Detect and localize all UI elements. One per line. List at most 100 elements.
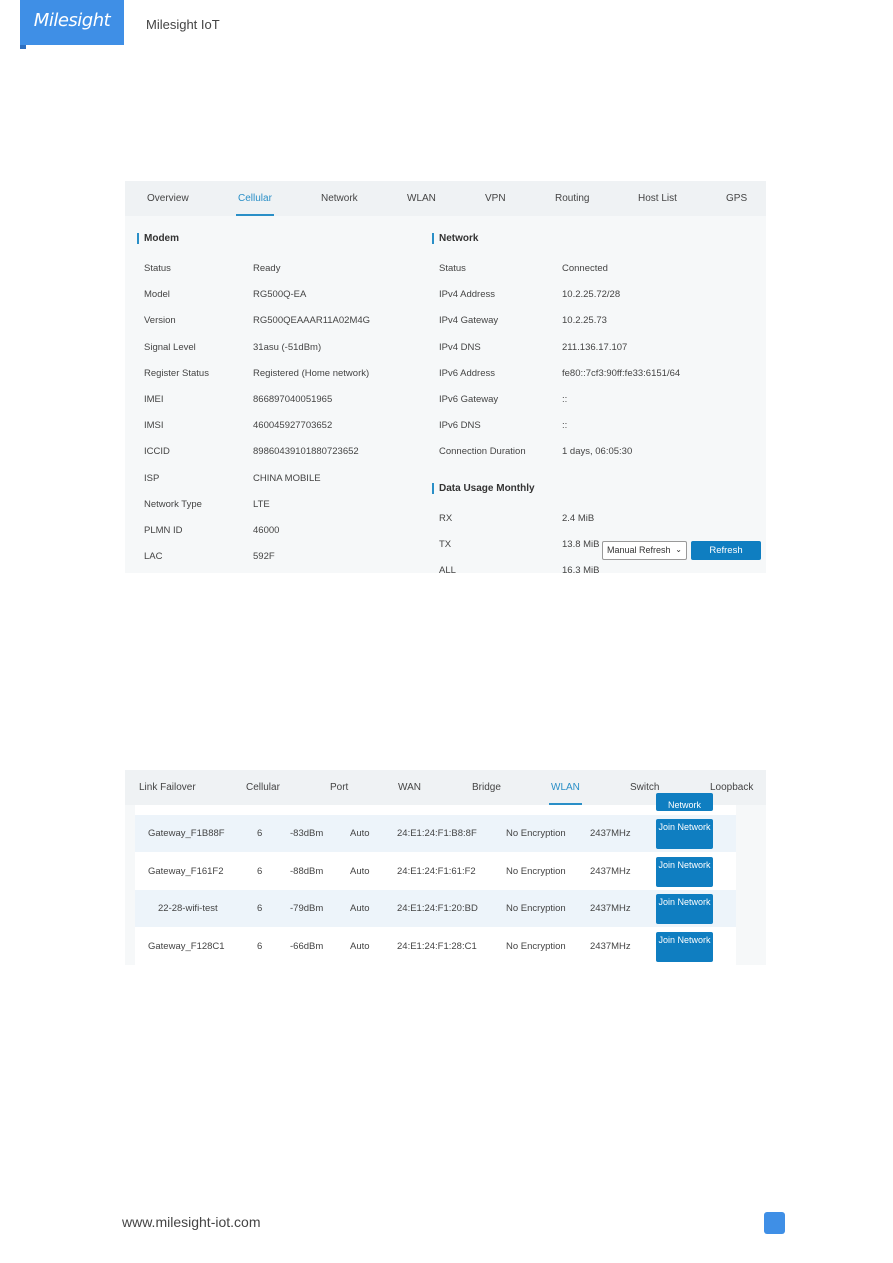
ssid-cell: Gateway_F161F2 bbox=[148, 865, 224, 877]
field-label: Status bbox=[439, 263, 466, 274]
field-value: Registered (Home network) bbox=[253, 367, 370, 379]
join-network-button[interactable]: Join Network bbox=[656, 819, 713, 849]
tab-link-failover[interactable]: Link Failover bbox=[139, 782, 196, 793]
field-value: 211.136.17.107 bbox=[562, 341, 628, 353]
refresh-button[interactable]: Refresh bbox=[691, 541, 761, 560]
field-value: 460045927703652 bbox=[253, 420, 333, 432]
field-value: 89860439101880723652 bbox=[253, 446, 359, 458]
ssid-cell: 22-28-wifi-test bbox=[158, 903, 218, 914]
join-network-button[interactable]: Join Network bbox=[656, 931, 713, 962]
frequency-cell: 2437MHz bbox=[590, 865, 631, 877]
mode-cell: Auto bbox=[350, 903, 370, 914]
modem-section-title: Modem bbox=[137, 233, 179, 244]
field-value: CHINA MOBILE bbox=[253, 472, 321, 484]
page-marker bbox=[764, 1212, 785, 1234]
ssid-cell: Gateway_F1B88F bbox=[148, 828, 225, 839]
field-label: RX bbox=[439, 513, 453, 524]
frequency-cell: 2437MHz bbox=[590, 903, 631, 914]
join-network-button[interactable]: Join Network bbox=[656, 856, 713, 887]
field-value: 866897040051965 bbox=[253, 394, 333, 405]
mode-cell: Auto bbox=[350, 865, 370, 877]
field-label: ICCID bbox=[144, 446, 170, 458]
field-label: IPv4 Gateway bbox=[439, 315, 499, 327]
tab-port[interactable]: Port bbox=[330, 782, 348, 793]
field-label: IPv4 DNS bbox=[439, 341, 481, 353]
tab-overview[interactable]: Overview bbox=[147, 193, 189, 204]
network-section-title: Network bbox=[432, 233, 478, 244]
refresh-interval-value: Manual Refresh bbox=[607, 545, 671, 555]
field-label: IMEI bbox=[144, 394, 164, 405]
signal-cell: -88dBm bbox=[290, 865, 324, 877]
field-label: Network Type bbox=[144, 498, 202, 510]
field-label: IPv6 DNS bbox=[439, 420, 481, 432]
field-label: Register Status bbox=[144, 367, 209, 379]
join-network-button[interactable]: Join Network bbox=[656, 894, 713, 924]
mode-cell: Auto bbox=[350, 828, 370, 839]
bssid-cell: 24:E1:24:F1:61:F2 bbox=[397, 865, 476, 877]
tab-bridge[interactable]: Bridge bbox=[472, 782, 501, 793]
field-label: ALL bbox=[439, 565, 456, 573]
field-value: 10.2.25.72/28 bbox=[562, 289, 621, 301]
brand-name: Milesight IoT bbox=[146, 17, 220, 32]
tab-wlan[interactable]: WLAN bbox=[407, 193, 436, 204]
field-label: IMSI bbox=[144, 420, 164, 432]
tab-cellular[interactable]: Cellular bbox=[236, 193, 274, 216]
frequency-cell: 2437MHz bbox=[590, 828, 631, 839]
field-value: fe80::7cf3:90ff:fe33:6151/64 bbox=[562, 367, 681, 379]
bssid-cell: 24:E1:24:F1:B8:8F bbox=[397, 828, 477, 839]
field-value: Connected bbox=[562, 263, 608, 274]
field-value: 13.8 MiB bbox=[562, 539, 600, 550]
encryption-cell: No Encryption bbox=[506, 828, 566, 839]
channel-cell: 6 bbox=[257, 865, 263, 877]
wlan-scan-table: Network Gateway_F1B88F 6 -83dBm Auto 24:E1:2… bbox=[135, 793, 736, 965]
field-label: IPv6 Address bbox=[439, 367, 495, 379]
logo-text: Milesight bbox=[33, 10, 111, 31]
refresh-interval-select[interactable]: Manual Refresh ⌄ bbox=[602, 541, 687, 560]
tab-switch[interactable]: Switch bbox=[630, 782, 659, 793]
tab-loopback[interactable]: Loopback bbox=[710, 782, 753, 793]
tab-wlan[interactable]: WLAN bbox=[549, 782, 582, 805]
field-label: Version bbox=[144, 315, 176, 327]
footer-url[interactable]: www.milesight-iot.com bbox=[122, 1214, 260, 1230]
field-value: 46000 bbox=[253, 525, 280, 536]
data-usage-section-title: Data Usage Monthly bbox=[432, 483, 535, 494]
field-value: 31asu (-51dBm) bbox=[253, 341, 322, 353]
encryption-cell: No Encryption bbox=[506, 903, 566, 914]
tab-host-list[interactable]: Host List bbox=[638, 193, 677, 204]
frequency-cell: 2437MHz bbox=[590, 940, 631, 952]
cellular-status-screenshot: Overview Cellular Network WLAN VPN Routi… bbox=[125, 181, 766, 573]
field-label: TX bbox=[439, 539, 452, 550]
field-value: RG500Q-EA bbox=[253, 289, 307, 301]
field-value: :: bbox=[562, 394, 568, 405]
signal-cell: -66dBm bbox=[290, 940, 324, 952]
field-label: Model bbox=[144, 289, 170, 301]
channel-cell: 6 bbox=[257, 828, 263, 839]
field-label: IPv6 Gateway bbox=[439, 394, 499, 405]
tab-cellular[interactable]: Cellular bbox=[246, 782, 280, 793]
status-tabs: Overview Cellular Network WLAN VPN Routi… bbox=[125, 181, 766, 216]
bssid-cell: 24:E1:24:F1:20:BD bbox=[397, 903, 478, 914]
field-value: Ready bbox=[253, 263, 281, 274]
field-value: LTE bbox=[253, 498, 270, 510]
mode-cell: Auto bbox=[350, 940, 370, 952]
signal-cell: -79dBm bbox=[290, 903, 324, 914]
field-label: LAC bbox=[144, 551, 163, 563]
field-value: 10.2.25.73 bbox=[562, 315, 607, 327]
field-value: 16.3 MiB bbox=[562, 565, 600, 573]
signal-cell: -83dBm bbox=[290, 828, 324, 839]
table-row: 22-28-wifi-test 6 -79dBm Auto 24:E1:24:F1:20… bbox=[135, 890, 736, 927]
channel-cell: 6 bbox=[257, 903, 263, 914]
tab-network[interactable]: Network bbox=[321, 193, 358, 204]
field-value: 2.4 MiB bbox=[562, 513, 595, 524]
tab-gps[interactable]: GPS bbox=[726, 193, 747, 204]
ssid-cell: Gateway_F128C1 bbox=[148, 940, 225, 952]
channel-cell: 6 bbox=[257, 940, 263, 952]
field-label: ISP bbox=[144, 472, 160, 484]
tab-routing[interactable]: Routing bbox=[555, 193, 589, 204]
table-row: Gateway_F161F2 6 -88dBm Auto 24:E1:24:F1:61:… bbox=[135, 853, 736, 890]
tab-wan[interactable]: WAN bbox=[398, 782, 421, 793]
tab-vpn[interactable]: VPN bbox=[485, 193, 506, 204]
table-row: Gateway_F128C1 6 -66dBm Auto 24:E1:24:F1:28:… bbox=[135, 928, 736, 965]
join-network-button-partial[interactable]: Network bbox=[656, 793, 713, 811]
wlan-scan-screenshot: Link Failover Cellular Port WAN Bridge W… bbox=[125, 770, 766, 965]
